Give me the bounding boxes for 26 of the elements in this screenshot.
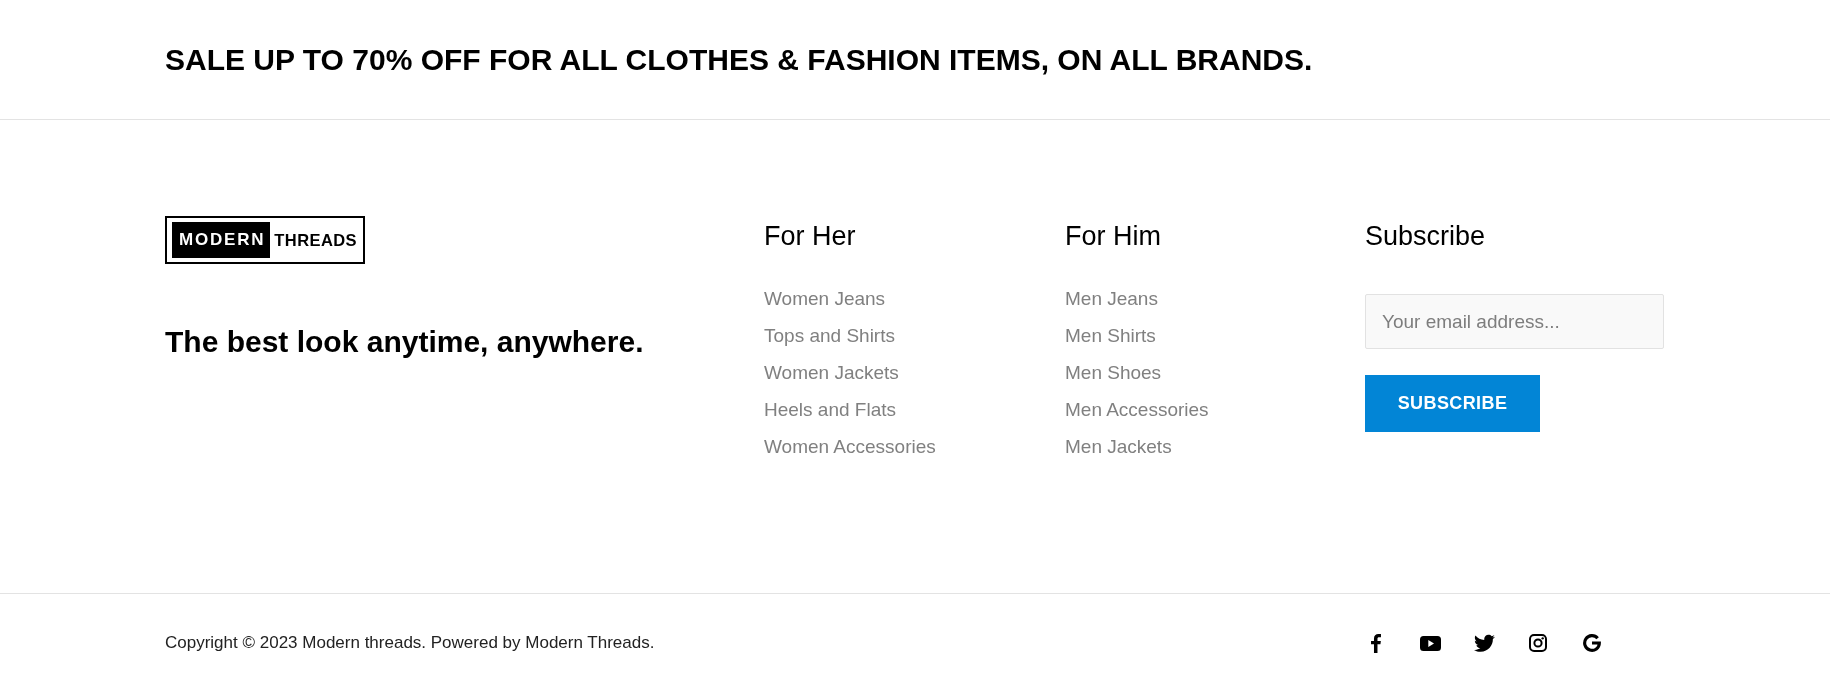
footer-link[interactable]: Men Jeans [1065,288,1158,311]
logo-word-highlighted: MODERN [172,222,271,258]
column-heading: For Him [1065,220,1162,252]
facebook-icon[interactable] [1371,633,1381,653]
footer-link[interactable]: Men Jackets [1065,436,1172,459]
logo-word: THREADS [273,230,357,251]
youtube-icon[interactable] [1419,635,1441,651]
subscribe-heading: Subscribe [1365,220,1487,252]
footer-link[interactable]: Heels and Flats [764,399,896,422]
footer-link[interactable]: Women Jeans [764,288,886,311]
sale-banner-text: SALE UP TO 70% OFF FOR ALL CLOTHES & FASHION ITEMS, ON ALL BRANDS. [165,41,1314,78]
tagline: The best look anytime, anywhere. [165,324,645,360]
footer-link[interactable]: Women Accessories [764,436,936,459]
footer-link[interactable]: Men Shirts [1065,325,1156,348]
footer-link[interactable]: Men Shoes [1065,362,1162,385]
footer-link[interactable]: Tops and Shirts [764,325,895,348]
footer-link[interactable]: Women Jackets [764,362,899,385]
google-icon[interactable] [1583,634,1601,652]
subscribe-button[interactable]: SUBSCRIBE [1365,375,1540,432]
logo[interactable]: MODERN THREADS [165,216,365,264]
twitter-icon[interactable] [1473,634,1495,652]
footer-link[interactable]: Men Accessories [1065,399,1209,422]
email-field[interactable]: Your email address... [1365,294,1664,349]
column-heading: For Her [764,220,857,252]
copyright-text: Copyright © 2023 Modern threads. Powered by Modern Threads. [165,632,656,655]
instagram-icon[interactable] [1529,634,1547,652]
